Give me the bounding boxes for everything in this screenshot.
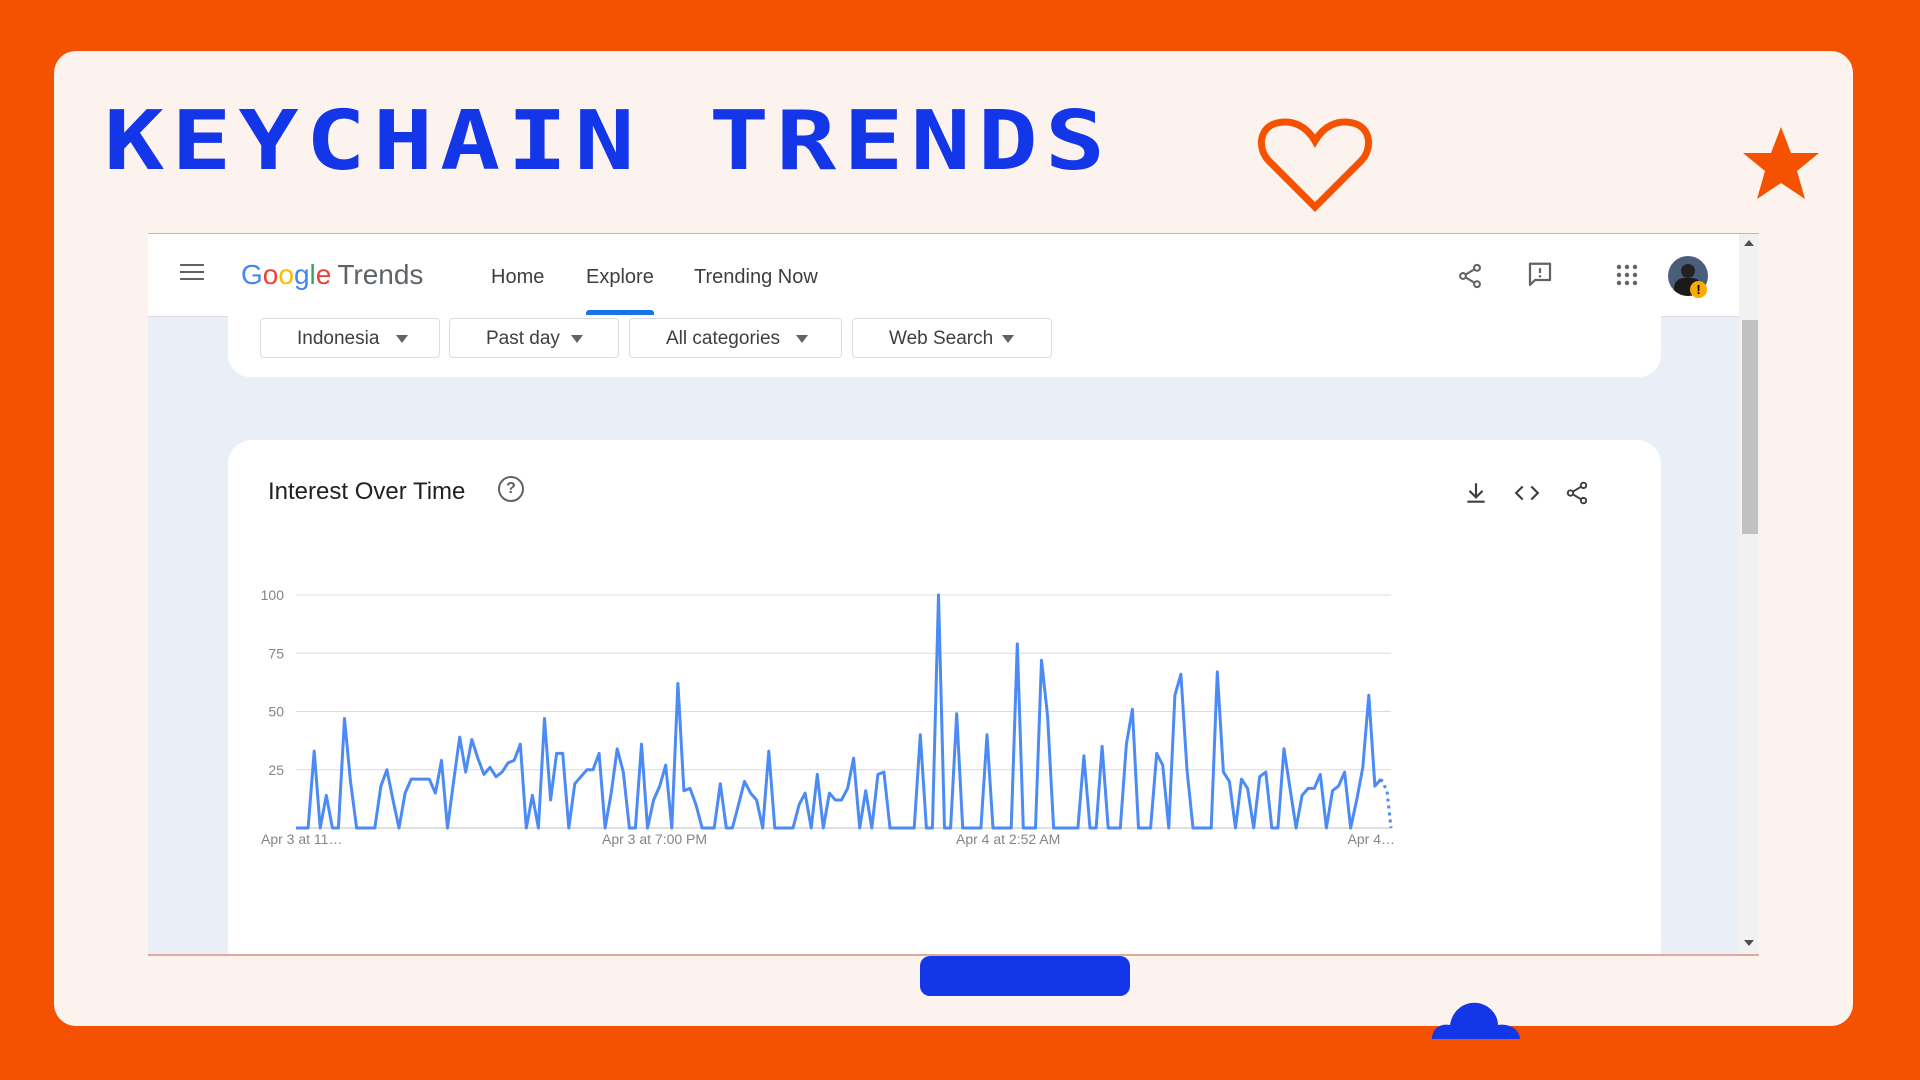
scroll-up-arrow[interactable] xyxy=(1744,240,1754,246)
x-tick-label: Apr 4 at 2:52 AM xyxy=(956,831,1060,847)
chevron-down-icon xyxy=(796,335,808,343)
search-type-select[interactable]: Web Search xyxy=(852,318,1052,358)
series-partial-line xyxy=(1379,778,1393,829)
chevron-down-icon xyxy=(1002,335,1014,343)
logo-suffix: Trends xyxy=(337,259,424,290)
region-select[interactable]: Indonesia xyxy=(260,318,440,358)
active-tab-indicator xyxy=(586,310,654,315)
filter-bar: Indonesia Past day All categories Web Se… xyxy=(228,316,1661,377)
scroll-down-arrow[interactable] xyxy=(1744,940,1754,946)
logo-letter: e xyxy=(315,259,332,290)
google-trends-screenshot: GoogleTrends Home Explore Trending Now xyxy=(148,233,1759,956)
logo-letter: G xyxy=(241,259,263,290)
category-select[interactable]: All categories xyxy=(629,318,842,358)
y-tick-label: 75 xyxy=(268,645,284,661)
heart-icon xyxy=(1258,118,1372,212)
nav-home[interactable]: Home xyxy=(491,266,544,289)
cloud-icon xyxy=(1432,1002,1520,1039)
scrollbar-thumb[interactable] xyxy=(1742,320,1758,534)
scrollbar[interactable] xyxy=(1739,234,1759,954)
warning-badge: ! xyxy=(1690,281,1707,298)
x-tick-label: Apr 4… xyxy=(1348,831,1395,847)
apps-grid-icon[interactable] xyxy=(1615,263,1639,287)
time-range-select[interactable]: Past day xyxy=(449,318,619,358)
top-app-bar: GoogleTrends Home Explore Trending Now xyxy=(148,234,1739,317)
y-tick-label: 25 xyxy=(268,762,284,778)
chevron-down-icon xyxy=(571,335,583,343)
region-select-label: Indonesia xyxy=(297,328,380,349)
page-title: KEYCHAIN TRENDS xyxy=(104,92,1113,189)
search-type-label: Web Search xyxy=(889,328,994,349)
google-trends-logo[interactable]: Google Trends xyxy=(241,259,423,291)
nav-explore[interactable]: Explore xyxy=(586,266,654,289)
share-icon[interactable] xyxy=(1456,262,1484,290)
logo-letter: o xyxy=(278,259,294,290)
decorative-pill xyxy=(920,956,1130,996)
interest-over-time-card: Interest Over Time ? 100 75 50 25 Apr 3 at 1… xyxy=(228,440,1661,954)
x-tick-label: Apr 3 at 11… xyxy=(261,831,342,847)
avatar-head xyxy=(1681,264,1695,278)
logo-letter: o xyxy=(262,259,279,290)
interest-line-chart: 100 75 50 25 Apr 3 at 11… Apr 3 at 7:00 PM Apr… xyxy=(261,587,1395,847)
y-tick-label: 50 xyxy=(268,704,284,720)
logo-letter: g xyxy=(293,259,310,290)
category-label: All categories xyxy=(666,328,781,349)
star-icon xyxy=(1743,127,1819,199)
nav-trending-now[interactable]: Trending Now xyxy=(694,266,818,289)
time-range-label: Past day xyxy=(486,328,560,349)
x-tick-label: Apr 3 at 7:00 PM xyxy=(602,831,707,847)
y-tick-label: 100 xyxy=(261,587,285,603)
feedback-icon[interactable] xyxy=(1525,260,1555,290)
chevron-down-icon xyxy=(396,335,408,343)
menu-icon[interactable] xyxy=(180,264,204,284)
